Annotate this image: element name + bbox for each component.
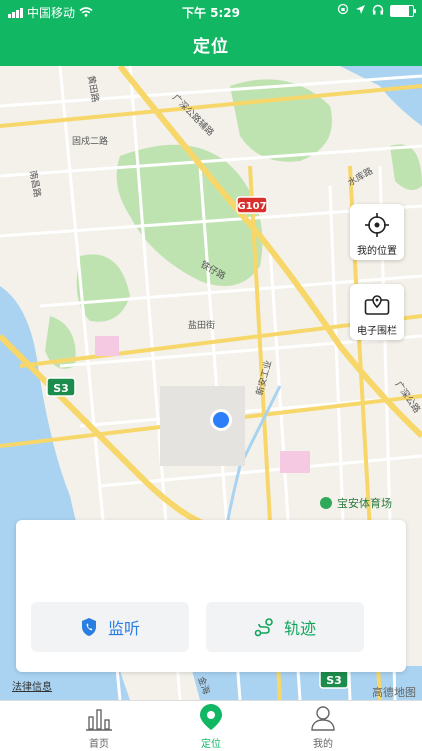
page-title: 定位 <box>193 37 229 57</box>
svg-text:宝安体育场: 宝安体育场 <box>337 496 392 510</box>
current-location-marker <box>210 409 232 431</box>
tab-mine[interactable]: 我的 <box>278 701 368 751</box>
shield-phone-icon <box>81 618 96 636</box>
map-provider-logo: 高德地图 <box>372 686 416 699</box>
tab-bar: 首页 定位 我的 <box>0 700 422 751</box>
location-pin-icon <box>200 704 222 730</box>
header-bar: 中国移动 下午 5:29 定位 <box>0 0 422 66</box>
tab-location[interactable]: 定位 <box>166 701 256 751</box>
shield-s3: S3 <box>46 377 76 397</box>
headphones-icon <box>372 4 384 18</box>
geofence-label: 电子围栏 <box>357 326 397 337</box>
svg-text:G107: G107 <box>237 201 266 212</box>
user-icon <box>311 706 335 731</box>
tab-mine-label: 我的 <box>313 739 333 750</box>
geofence-button[interactable]: 电子围栏 <box>350 284 404 340</box>
legal-info-link[interactable]: 法律信息 <box>12 678 52 693</box>
track-button[interactable]: 轨迹 <box>206 602 364 652</box>
shield-g107: G107 <box>236 196 268 214</box>
svg-text:S3: S3 <box>53 382 69 395</box>
route-icon <box>254 618 273 637</box>
my-location-button[interactable]: 我的位置 <box>350 204 404 260</box>
tab-home-label: 首页 <box>89 739 109 750</box>
location-arrow-icon <box>355 4 366 18</box>
shield-s3-bottom: S3 <box>319 669 349 689</box>
tab-home[interactable]: 首页 <box>54 701 144 751</box>
svg-text:S3: S3 <box>326 674 342 687</box>
device-info-panel: 监听 轨迹 <box>16 520 406 672</box>
label-gushu2: 固戍二路 <box>72 135 108 147</box>
battery-icon <box>390 4 416 17</box>
track-label: 轨迹 <box>283 619 316 638</box>
listen-label: 监听 <box>107 619 140 638</box>
lock-rotation-icon <box>337 3 349 18</box>
map-pin-icon <box>364 295 390 315</box>
listen-button[interactable]: 监听 <box>31 602 189 652</box>
label-yantian: 盐田街 <box>188 319 215 331</box>
block-pink <box>280 451 310 473</box>
status-bar: 中国移动 下午 5:29 <box>0 0 422 22</box>
block-pink-2 <box>95 336 119 356</box>
tab-location-label: 定位 <box>201 739 221 750</box>
bar-chart-icon <box>86 709 112 731</box>
block-area <box>160 386 245 466</box>
crosshair-icon <box>365 213 389 237</box>
my-location-label: 我的位置 <box>357 246 397 257</box>
